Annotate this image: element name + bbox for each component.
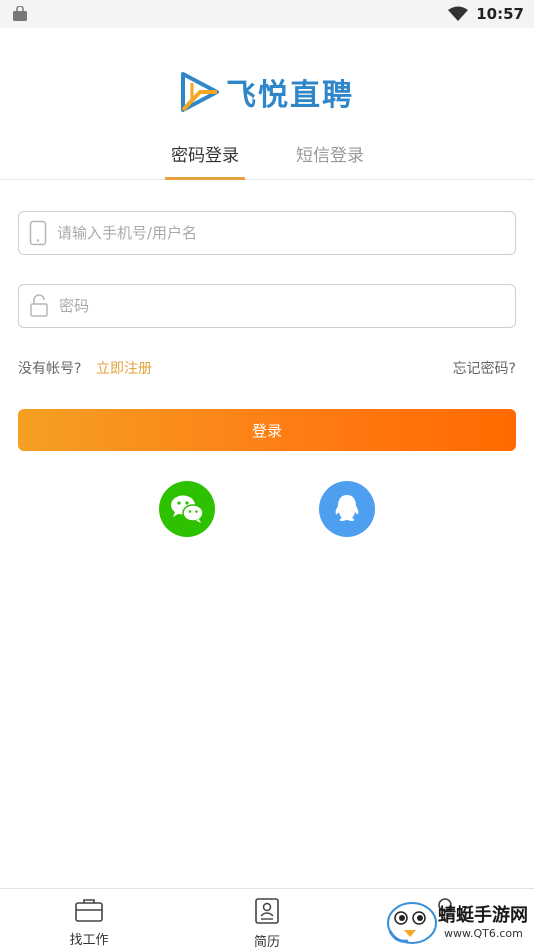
status-right: 10:57 (448, 5, 524, 23)
wifi-icon (448, 6, 469, 21)
lock-icon (30, 294, 48, 317)
tab-sms-login[interactable]: 短信登录 (290, 138, 370, 180)
status-bar: 10:57 (0, 0, 534, 28)
nav-resume-label: 简历 (253, 935, 280, 949)
wechat-login-button[interactable] (159, 481, 215, 537)
nav-find-job[interactable]: 找工作 (49, 897, 129, 948)
app-logo: 飞悦直聘 (0, 66, 534, 118)
account-links: 没有帐号? 立即注册 忘记密码? (18, 358, 516, 378)
phone-icon (29, 220, 47, 246)
play-logo-icon (181, 72, 219, 112)
forgot-password-link[interactable]: 忘记密码? (453, 358, 516, 378)
qq-icon (335, 495, 359, 521)
resume-icon (255, 898, 279, 924)
phone-input[interactable] (57, 224, 477, 242)
password-field[interactable] (18, 284, 516, 328)
watermark-url: www.QT6.com (444, 927, 523, 940)
qq-login-button[interactable] (319, 481, 375, 537)
briefcase-icon (75, 899, 103, 922)
wechat-icon (171, 495, 204, 523)
shopping-bag-icon (13, 6, 27, 21)
password-input[interactable] (59, 297, 479, 315)
nav-find-job-label: 找工作 (69, 933, 109, 948)
register-link[interactable]: 立即注册 (96, 358, 152, 378)
tab-password-login[interactable]: 密码登录 (165, 138, 245, 180)
login-tabs: 密码登录 短信登录 (0, 138, 534, 180)
login-button[interactable]: 登录 (18, 409, 516, 451)
no-account-text: 没有帐号? (18, 361, 82, 377)
logo-text: 飞悦直聘 (226, 78, 354, 113)
watermark-text: 蜻蜓手游网 (438, 905, 528, 926)
nav-resume[interactable]: 简历 (227, 897, 307, 949)
phone-field[interactable] (18, 211, 516, 255)
watermark: 蜻蜓手游网 www.QT6.com (386, 897, 532, 947)
status-time: 10:57 (476, 5, 524, 23)
